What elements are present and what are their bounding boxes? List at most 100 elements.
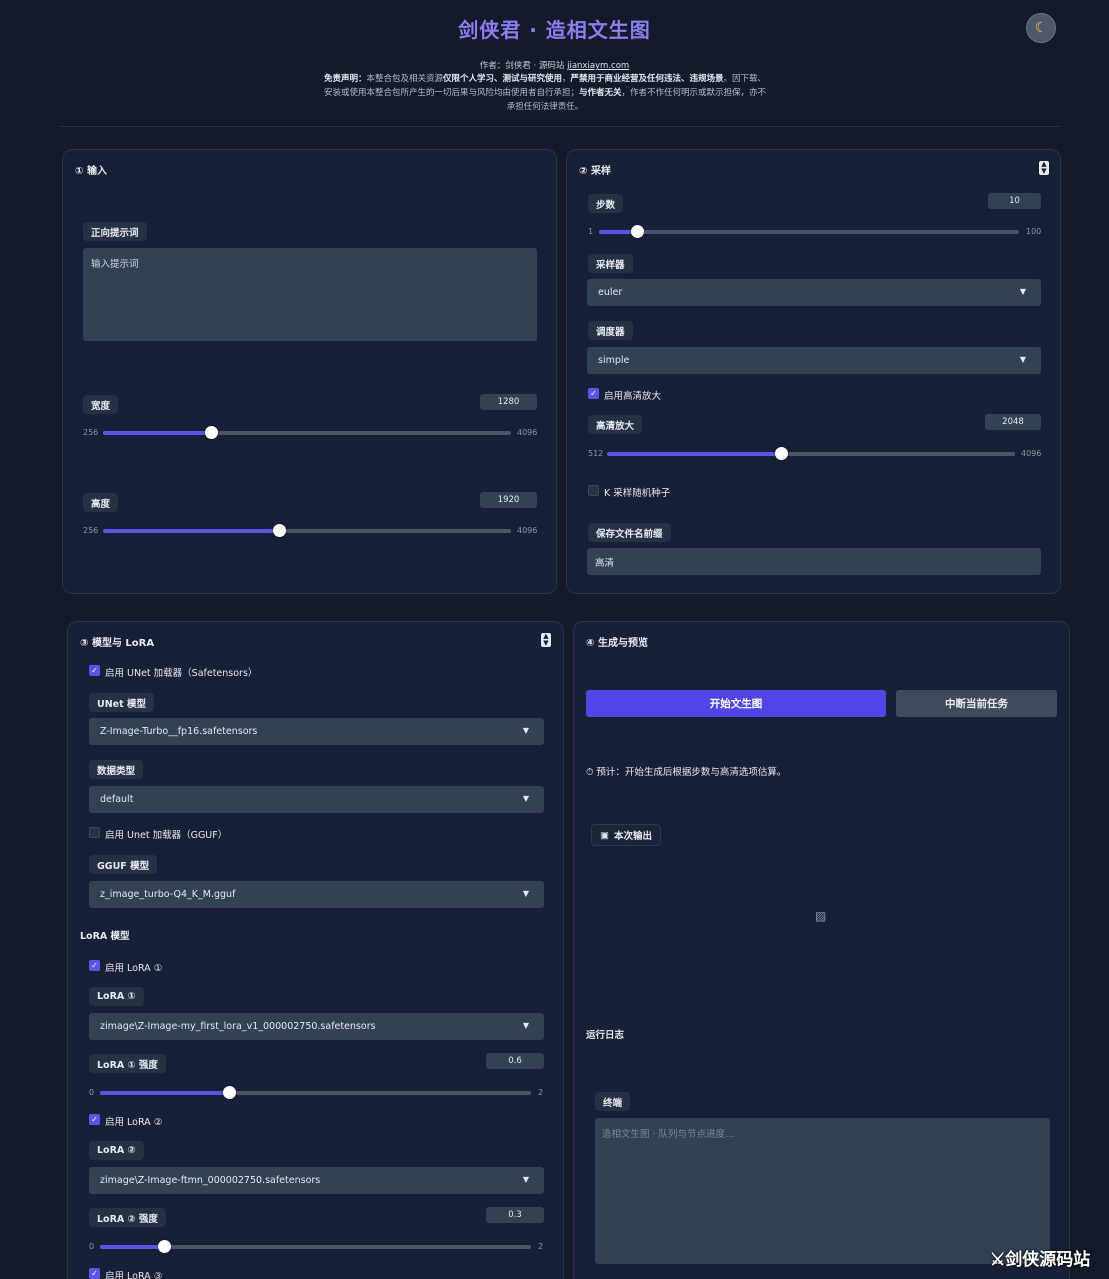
hd-upscale-check-label: 启用高清放大 [604, 391, 662, 402]
author-text: 作者：剑侠君 · 源码站 [479, 61, 568, 71]
stop-task-button[interactable]: 中断当前任务 [896, 690, 1057, 717]
theme-toggle-button[interactable]: ☾ [1026, 13, 1056, 43]
site-watermark: ⚔剑侠源码站 [990, 1250, 1091, 1270]
input-panel-title: ① 输入 [75, 166, 107, 177]
scheduler-label: 调度器 [588, 321, 633, 340]
prefix-input[interactable]: 高清 [587, 548, 1041, 575]
lora-section-label: LoRA 模型 [80, 931, 130, 942]
terminal-label: 终端 [595, 1092, 631, 1111]
output-label: ▣ 本次输出 [591, 824, 661, 846]
steps-slider[interactable] [599, 230, 1019, 234]
collapse-icon[interactable]: ▲ ▼ [541, 633, 551, 647]
width-value-input[interactable]: 1280 [480, 394, 537, 410]
model-lora-panel: ③ 模型与 LoRA ▲ ▼ ✓ 启用 UNet 加载器（Safetensors）… [67, 621, 564, 1279]
width-max: 4096 [517, 428, 538, 437]
model-panel-title: ③ 模型与 LoRA [80, 638, 155, 649]
width-slider-handle[interactable] [205, 426, 219, 439]
steps-label: 步数 [588, 194, 624, 213]
scheduler-select[interactable]: simple ▼ [587, 347, 1041, 374]
lora2-checkbox[interactable]: ✓ [89, 1114, 100, 1125]
chevron-down-icon: ▼ [1019, 355, 1026, 364]
width-min: 256 [83, 428, 99, 437]
random-seed-checkbox[interactable] [588, 485, 599, 496]
lora1-strength-slider-handle[interactable] [222, 1086, 236, 1099]
hd-upscale-slider-handle[interactable] [775, 447, 789, 460]
lora2-value: zimage\Z-Image-ftmn_000002750.safetensor… [100, 1175, 321, 1186]
run-log-label: 运行日志 [586, 1030, 625, 1041]
collapse-icon[interactable]: ▲ ▼ [1039, 161, 1049, 175]
lora1-strength-label: LoRA ① 强度 [89, 1054, 166, 1073]
lora1-strength-input[interactable]: 0.6 [486, 1053, 544, 1069]
hd-upscale-label: 高清放大 [588, 415, 643, 434]
steps-min: 1 [588, 227, 594, 236]
hd-upscale-value-input[interactable]: 2048 [985, 414, 1041, 430]
steps-value-input[interactable]: 10 [988, 193, 1041, 209]
disclaimer-text-2: 仅限个人学习、测试与研究使用 [442, 74, 562, 84]
lora2-check-label: 启用 LoRA ② [105, 1117, 163, 1128]
steps-slider-handle[interactable] [630, 225, 644, 238]
disclaimer: 免责声明：本整合包及相关资源仅限个人学习、测试与研究使用，严禁用于商业经营及任何… [322, 72, 768, 114]
lora1-checkbox[interactable]: ✓ [89, 960, 100, 971]
sampler-label: 采样器 [588, 254, 633, 273]
unet-model-select[interactable]: Z-Image-Turbo__fp16.safetensors ▼ [89, 718, 544, 745]
unet-model-value: Z-Image-Turbo__fp16.safetensors [100, 726, 258, 737]
steps-max: 100 [1026, 227, 1042, 236]
chevron-down-icon: ▼ [522, 1175, 529, 1184]
lora1-strength-slider[interactable] [100, 1091, 531, 1095]
height-max: 4096 [517, 526, 538, 535]
header-divider [60, 126, 1060, 127]
author-link[interactable]: jianxiaym.com [567, 61, 629, 71]
output-label-text: 本次输出 [613, 831, 652, 842]
height-value-input[interactable]: 1920 [480, 492, 537, 508]
lora3-check-label: 启用 LoRA ③ [105, 1271, 163, 1279]
random-seed-label: K 采样随机种子 [604, 488, 671, 499]
lora2-select[interactable]: zimage\Z-Image-ftmn_000002750.safetensor… [89, 1167, 544, 1194]
prompt-label: 正向提示词 [83, 222, 147, 241]
hd-max: 4096 [1021, 449, 1042, 458]
sampler-select[interactable]: euler ▼ [587, 279, 1041, 306]
sampling-panel-title: ② 采样 [579, 166, 611, 177]
lora2-strength-min: 0 [89, 1242, 95, 1251]
disclaimer-text-3: ， [562, 74, 571, 84]
lora1-select[interactable]: zimage\Z-Image-my_first_lora_v1_00000275… [89, 1013, 544, 1040]
moon-icon: ☾ [1034, 20, 1048, 36]
lora1-strength-max: 2 [538, 1088, 544, 1097]
estimate-text: ⏱ 预计：开始生成后根据步数与高清选项估算。 [586, 767, 787, 778]
dtype-select[interactable]: default ▼ [89, 786, 544, 813]
sampler-value: euler [598, 287, 623, 298]
disclaimer-text-6: 与作者无关 [578, 88, 622, 98]
unet-model-label: UNet 模型 [89, 693, 154, 712]
lora1-strength-min: 0 [89, 1088, 95, 1097]
width-slider[interactable] [103, 431, 511, 435]
chevron-down-icon: ▼ [522, 726, 529, 735]
lora3-checkbox[interactable]: ✓ [89, 1268, 100, 1279]
lora1-check-label: 启用 LoRA ① [105, 963, 163, 974]
gguf-loader-checkbox[interactable] [89, 827, 100, 838]
hd-upscale-slider[interactable] [607, 452, 1015, 456]
scheduler-value: simple [598, 355, 630, 366]
lora2-label: LoRA ② [89, 1141, 144, 1160]
gguf-model-select[interactable]: z_image_turbo-Q4_K_M.gguf ▼ [89, 881, 544, 908]
hd-upscale-checkbox[interactable]: ✓ [588, 388, 599, 399]
image-placeholder-icon: ▨ [815, 909, 827, 923]
start-generate-button[interactable]: 开始文生图 [586, 690, 886, 717]
prefix-label: 保存文件名前缀 [588, 523, 671, 542]
gguf-loader-check-label: 启用 Unet 加载器（GGUF） [105, 830, 228, 841]
lora2-strength-input[interactable]: 0.3 [486, 1207, 544, 1223]
height-slider-handle[interactable] [273, 524, 287, 537]
height-slider[interactable] [103, 529, 511, 533]
disclaimer-text-1: 本整合包及相关资源 [366, 74, 443, 84]
terminal-output[interactable]: 造相文生图 · 队列与节点进度… [595, 1118, 1050, 1264]
prompt-input[interactable]: 输入提示词 [83, 248, 537, 341]
lora2-strength-max: 2 [538, 1242, 544, 1251]
unet-loader-check-label: 启用 UNet 加载器（Safetensors） [105, 668, 258, 679]
chevron-down-icon: ▼ [522, 1021, 529, 1030]
page-title: 剑侠君 · 造相文生图 [458, 18, 651, 42]
lora2-strength-slider-handle[interactable] [158, 1240, 172, 1253]
input-panel: ① 输入 正向提示词 输入提示词 宽度 1280 256 4096 高度 192… [62, 149, 557, 594]
image-icon: ▣ [600, 829, 609, 841]
sampling-panel: ② 采样 ▲ ▼ 步数 10 1 100 采样器 euler ▼ 调度器 simp… [566, 149, 1061, 594]
chevron-down-icon: ▼ [1019, 287, 1026, 296]
unet-loader-checkbox[interactable]: ✓ [89, 665, 100, 676]
hd-min: 512 [588, 449, 604, 458]
